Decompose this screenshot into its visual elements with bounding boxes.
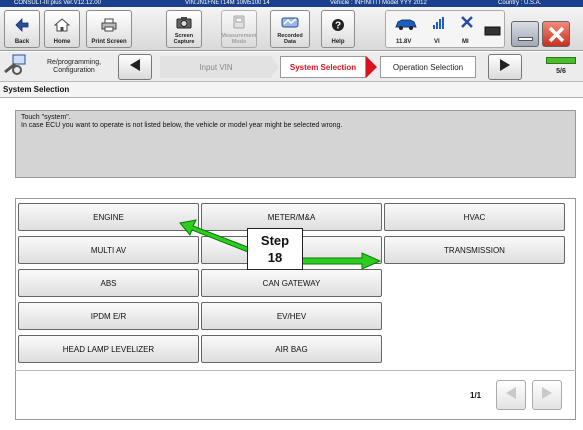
system-multi-av-button[interactable]: MULTI AV xyxy=(18,236,199,264)
message-line-2: In case ECU you want to operate is not l… xyxy=(21,122,343,129)
recorded-data-icon xyxy=(280,11,300,33)
printer-icon xyxy=(100,11,118,39)
back-button[interactable]: Back xyxy=(4,10,40,48)
progress-bar xyxy=(546,57,576,64)
nav-back-button[interactable] xyxy=(118,54,152,80)
help-button[interactable]: ? Help xyxy=(321,10,355,48)
navigation-bar: Re/programming, Configuration Input VIN … xyxy=(0,52,583,82)
breadcrumb-operation-selection: Operation Selection xyxy=(380,56,476,78)
step-callout: Step 18 xyxy=(247,228,303,270)
triangle-left-icon xyxy=(129,58,141,77)
help-icon: ? xyxy=(331,11,345,39)
breadcrumb-arrow-icon xyxy=(270,56,280,83)
message-line-1: Touch "system". xyxy=(21,114,71,121)
camera-icon xyxy=(176,11,192,33)
triangle-right-icon xyxy=(499,58,511,77)
screen-capture-button[interactable]: Screen Capture xyxy=(166,10,202,48)
home-button[interactable]: Home xyxy=(44,10,80,48)
breadcrumb-input-vin: Input VIN xyxy=(160,56,272,78)
vin-label: VIN:JN1FNET14M 10M5100 14 xyxy=(185,0,270,6)
system-abs-button[interactable]: ABS xyxy=(18,269,199,297)
callout-step-number: 18 xyxy=(267,250,283,265)
system-can-gateway-button[interactable]: CAN GATEWAY xyxy=(201,269,382,297)
car-battery-icon xyxy=(394,17,418,36)
home-icon xyxy=(54,11,70,39)
title-bar: CONSULT-III plus Ver.V12.12.00 VIN:JN1FN… xyxy=(0,0,583,7)
page-title: System Selection xyxy=(0,82,583,98)
system-air-bag-button[interactable]: AIR BAG xyxy=(201,335,382,363)
instruction-message: Touch "system". In case ECU you want to … xyxy=(15,110,576,178)
breadcrumb-system-selection: System Selection xyxy=(280,56,366,78)
nav-next-button[interactable] xyxy=(488,54,522,80)
toolbar: Back Home Print Screen Screen Capture Me… xyxy=(0,7,583,51)
system-ipdm-er-button[interactable]: IPDM E/R xyxy=(18,302,199,330)
system-meter-ma-button[interactable]: METER/M&A xyxy=(201,203,382,231)
system-ev-hev-button[interactable]: EV/HEV xyxy=(201,302,382,330)
system-transmission-button[interactable]: TRANSMISSION xyxy=(384,236,565,264)
country-label: Country : U.S.A. xyxy=(498,0,542,6)
svg-text:?: ? xyxy=(335,21,341,32)
app-title: CONSULT-III plus Ver.V12.12.00 xyxy=(14,0,101,6)
tools-icon xyxy=(3,54,29,81)
mi-label: MI xyxy=(462,39,469,45)
print-screen-button[interactable]: Print Screen xyxy=(86,10,132,48)
triangle-left-icon xyxy=(505,386,517,405)
panel-divider xyxy=(15,370,576,371)
system-engine-button[interactable]: ENGINE xyxy=(18,203,199,231)
back-arrow-icon xyxy=(15,11,29,39)
system-head-lamp-levelizer-button[interactable]: HEAD LAMP LEVELIZER xyxy=(18,335,199,363)
vehicle-label: Vehicle : INFINITI I Model YYY 2012 xyxy=(330,0,427,6)
callout-step-label: Step xyxy=(260,233,290,248)
close-icon xyxy=(548,26,565,48)
triangle-right-icon xyxy=(541,386,553,405)
measurement-mode-button[interactable]: Measurement Mode xyxy=(221,10,257,48)
vi-label: VI xyxy=(434,39,440,45)
reprogramming-configuration-button[interactable]: Re/programming, Configuration xyxy=(3,54,116,80)
mi-disconnected-icon xyxy=(460,15,474,34)
page-next-button[interactable] xyxy=(532,380,562,410)
vi-signal-icon xyxy=(432,16,446,35)
minimize-button[interactable] xyxy=(511,21,539,47)
meter-icon xyxy=(233,11,245,33)
breadcrumb-active-arrow-icon xyxy=(366,56,378,83)
battery-icon xyxy=(484,23,502,41)
voltage-label: 11.8V xyxy=(396,39,412,45)
minimize-icon xyxy=(518,37,533,41)
close-window-button[interactable] xyxy=(542,21,570,47)
status-area: 11.8V VI MI xyxy=(385,10,505,48)
system-hvac-button[interactable]: HVAC xyxy=(384,203,565,231)
recorded-data-button[interactable]: Recorded Data xyxy=(270,10,310,48)
page-prev-button[interactable] xyxy=(496,380,526,410)
page-indicator: 5/6 xyxy=(543,55,579,79)
page-number: 1/1 xyxy=(470,391,482,400)
